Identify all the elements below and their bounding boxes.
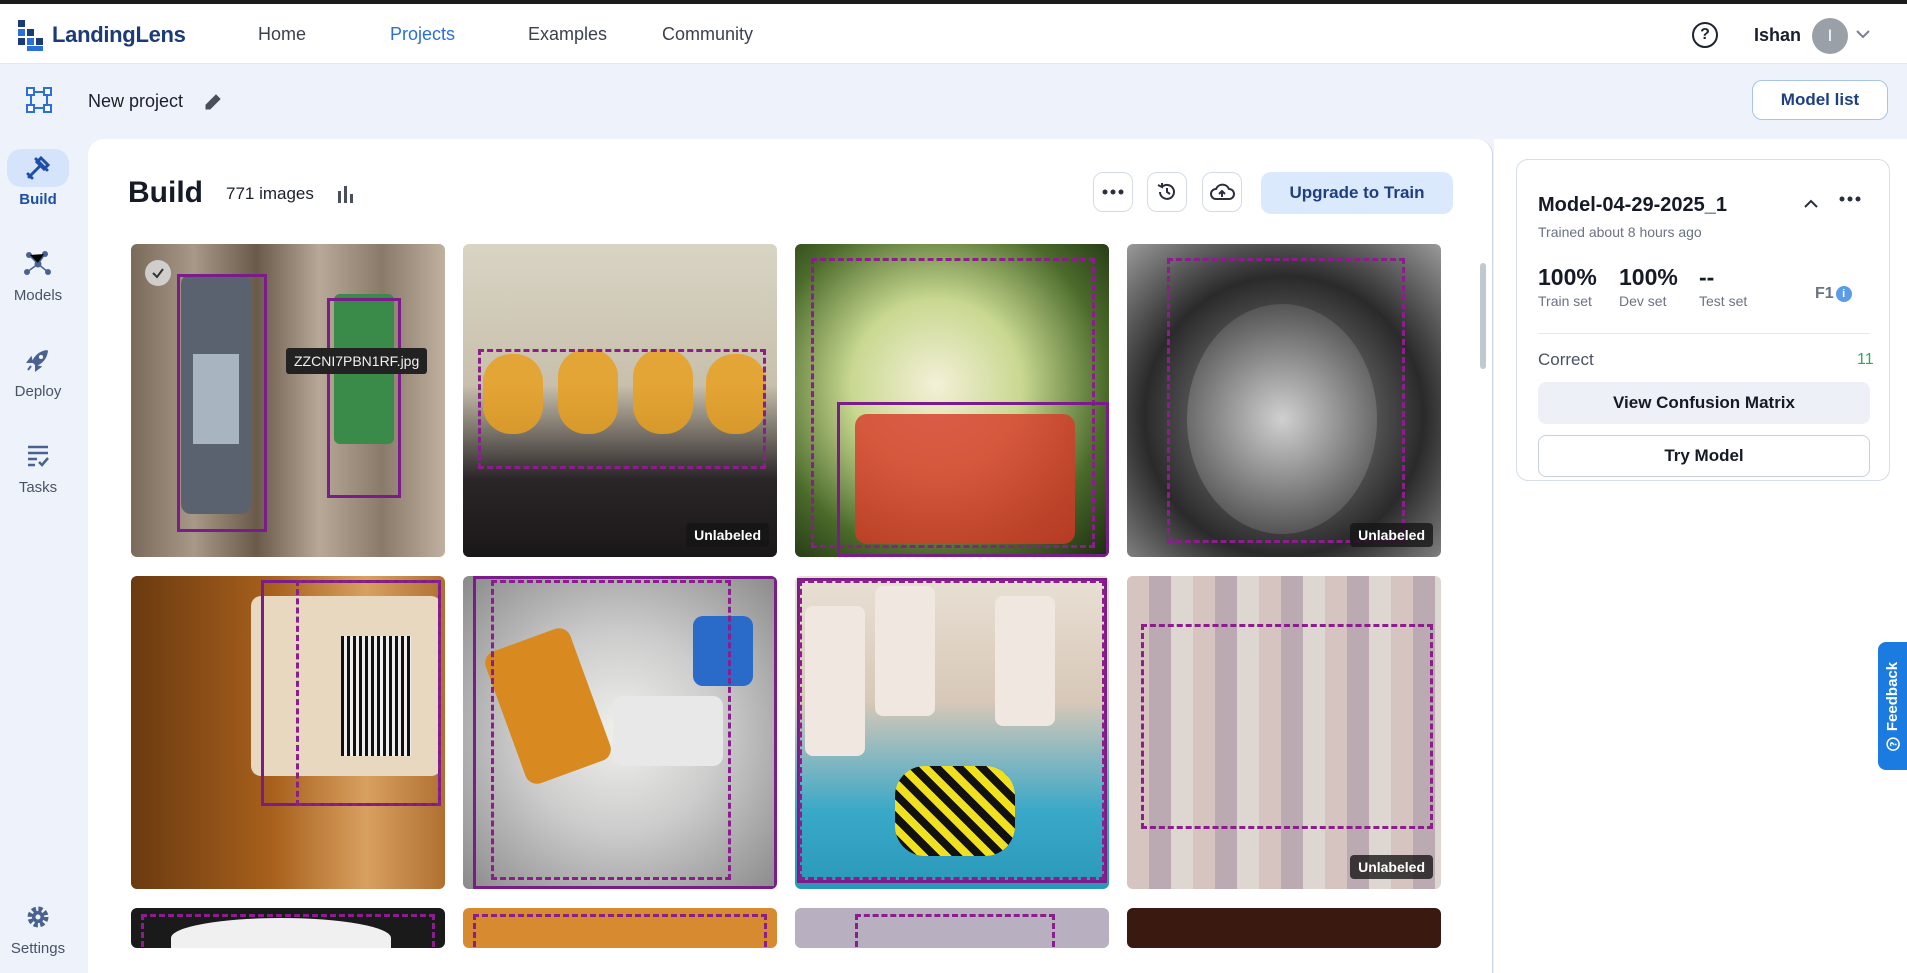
image-tile[interactable] xyxy=(131,244,445,557)
image-tile[interactable] xyxy=(1127,908,1441,948)
help-circle-icon: ? xyxy=(1885,736,1900,751)
nav-home[interactable]: Home xyxy=(258,24,306,45)
metric-label: Dev set xyxy=(1619,293,1667,309)
image-tile[interactable]: Unlabeled xyxy=(1127,576,1441,889)
bounding-box-icon[interactable] xyxy=(26,87,52,113)
upgrade-to-train-button[interactable]: Upgrade to Train xyxy=(1261,172,1453,214)
sidebar-item-label: Build xyxy=(19,191,57,208)
more-dots-icon xyxy=(1102,189,1124,195)
sidebar-item-label: Deploy xyxy=(14,383,62,400)
metric-type: F1 i xyxy=(1815,285,1852,303)
metric-train: 100% Train set xyxy=(1538,264,1597,309)
divider xyxy=(1538,333,1870,334)
filename-tooltip: ZZCNI7PBN1RF.jpg xyxy=(286,348,428,374)
bar-chart-icon[interactable] xyxy=(336,185,356,203)
sidebar-item-label: Settings xyxy=(10,940,66,957)
metric-label: Train set xyxy=(1538,293,1592,309)
try-model-button[interactable]: Try Model xyxy=(1538,435,1870,477)
sidebar-item-build[interactable]: Build xyxy=(6,149,70,219)
image-tile[interactable] xyxy=(795,244,1109,557)
feedback-tab[interactable]: ? Feedback xyxy=(1878,642,1907,770)
logo-text: LandingLens xyxy=(52,22,186,47)
more-dots-icon[interactable] xyxy=(1839,196,1861,202)
svg-text:?: ? xyxy=(1889,741,1899,746)
correct-count: 11 xyxy=(1857,351,1874,368)
metric-value: 100% xyxy=(1619,264,1678,290)
unlabeled-badge: Unlabeled xyxy=(686,523,769,547)
avatar[interactable]: I xyxy=(1812,18,1848,54)
nav-examples[interactable]: Examples xyxy=(528,24,607,45)
models-network-icon xyxy=(7,245,69,283)
unlabeled-badge: Unlabeled xyxy=(1350,855,1433,879)
metric-value: -- xyxy=(1699,264,1715,290)
view-confusion-matrix-button[interactable]: View Confusion Matrix xyxy=(1538,382,1870,424)
build-panel: Build 771 images Upgrade to Train Unlabe… xyxy=(88,139,1493,973)
sidebar-item-label: Tasks xyxy=(18,479,58,496)
sidebar-item-models[interactable]: Models xyxy=(6,245,70,315)
metric-type-label: F1 xyxy=(1815,285,1834,302)
gear-icon xyxy=(7,898,69,936)
model-name: Model-04-29-2025_1 xyxy=(1538,194,1727,216)
more-options-button[interactable] xyxy=(1093,172,1133,212)
logo[interactable]: LandingLens xyxy=(16,18,186,52)
edit-pencil-icon[interactable] xyxy=(203,92,223,112)
metric-value: 100% xyxy=(1538,264,1597,290)
project-title: New project xyxy=(88,91,184,111)
image-tile[interactable] xyxy=(463,908,777,948)
correct-label: Correct xyxy=(1538,350,1594,369)
sidebar-item-label: Models xyxy=(13,287,63,304)
metric-dev: 100% Dev set xyxy=(1619,264,1678,309)
info-icon[interactable]: i xyxy=(1835,286,1852,302)
image-tile[interactable]: Unlabeled xyxy=(1127,244,1441,557)
feedback-label: Feedback xyxy=(1884,661,1902,731)
user-name[interactable]: Ishan xyxy=(1754,25,1801,46)
nav-projects[interactable]: Projects xyxy=(390,24,455,45)
trained-time: Trained about 8 hours ago xyxy=(1538,224,1702,240)
chevron-down-icon[interactable] xyxy=(1855,26,1871,42)
image-tile[interactable] xyxy=(795,576,1109,889)
sidebar-item-tasks[interactable]: Tasks xyxy=(6,437,70,507)
model-list-button[interactable]: Model list xyxy=(1752,80,1888,120)
image-tile[interactable] xyxy=(463,576,777,889)
image-tile[interactable] xyxy=(131,576,445,889)
model-side-panel: Model-04-29-2025_1 Trained about 8 hours… xyxy=(1494,139,1907,973)
unlabeled-badge: Unlabeled xyxy=(1350,523,1433,547)
image-count: 771 images xyxy=(226,184,314,203)
sidebar-item-settings[interactable]: Settings xyxy=(6,898,70,968)
metric-test: -- Test set xyxy=(1699,264,1747,309)
upload-button[interactable] xyxy=(1202,172,1242,212)
left-sidebar: Build Models Deploy Tasks Settings xyxy=(0,65,76,973)
history-button[interactable] xyxy=(1147,172,1187,212)
image-tile[interactable] xyxy=(131,908,445,948)
sidebar-item-deploy[interactable]: Deploy xyxy=(6,341,70,411)
tasks-checklist-icon xyxy=(7,437,69,475)
select-check-icon[interactable] xyxy=(145,260,171,286)
metric-label: Test set xyxy=(1699,293,1748,309)
cloud-upload-icon xyxy=(1210,183,1235,200)
chevron-up-icon[interactable] xyxy=(1803,196,1819,212)
history-icon xyxy=(1157,183,1175,200)
image-tile[interactable]: Unlabeled xyxy=(463,244,777,557)
rocket-icon xyxy=(7,341,69,379)
nav-community[interactable]: Community xyxy=(662,24,753,45)
model-card: Model-04-29-2025_1 Trained about 8 hours… xyxy=(1516,159,1890,481)
build-tools-icon xyxy=(7,149,69,187)
scrollbar[interactable] xyxy=(1480,263,1486,369)
image-tile[interactable] xyxy=(795,908,1109,948)
page-title: Build xyxy=(128,176,203,209)
top-navbar: LandingLens Home Projects Examples Commu… xyxy=(0,4,1907,64)
help-icon[interactable]: ? xyxy=(1692,22,1718,48)
landinglens-logo-icon xyxy=(18,20,43,51)
